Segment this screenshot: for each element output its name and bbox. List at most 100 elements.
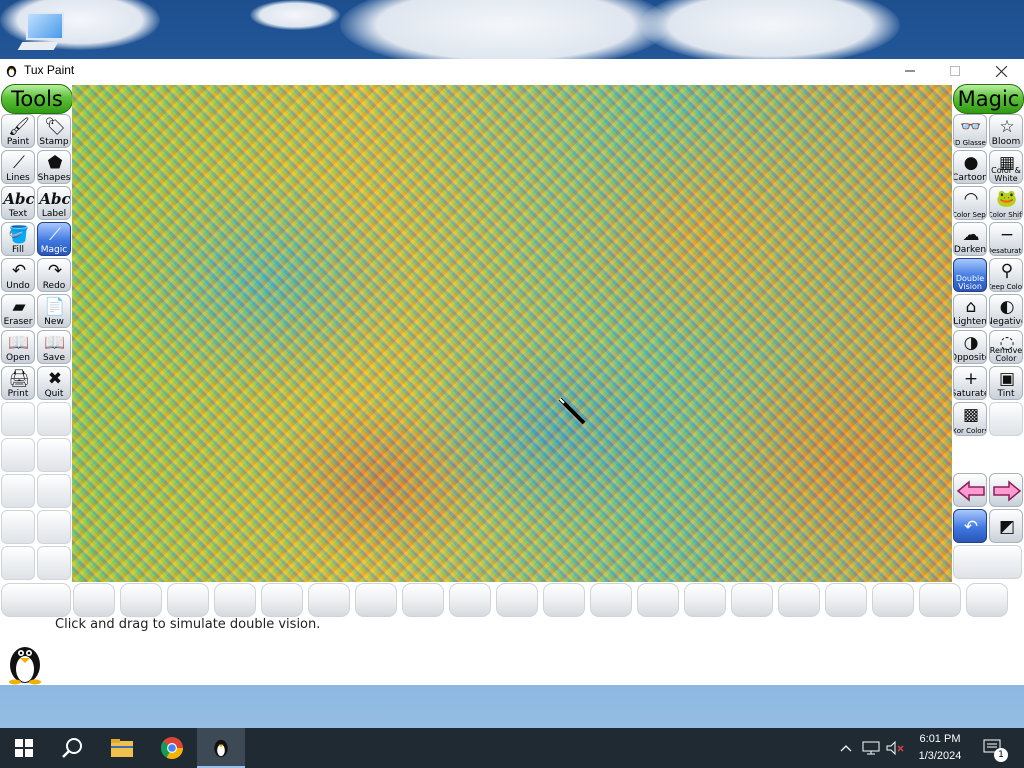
- magic-mode-fullscreen-button[interactable]: ◩: [989, 509, 1023, 543]
- color-swatch[interactable]: [543, 583, 585, 617]
- magic-button-label: Color Sep.: [953, 211, 987, 219]
- color-swatch[interactable]: [731, 583, 773, 617]
- color-swatch[interactable]: [167, 583, 209, 617]
- tool-lines-button[interactable]: ⟋ Lines: [1, 150, 35, 184]
- tool-quit-button[interactable]: ✖ Quit: [37, 366, 71, 400]
- clock-time: 6:01 PM: [919, 733, 961, 745]
- tool-label-button[interactable]: Abc Label: [37, 186, 71, 220]
- magic-keep-color-button[interactable]: ⚲ Keep Color: [989, 258, 1023, 292]
- tool-button-label: Lines: [6, 173, 30, 183]
- tux-paint-taskbar-button[interactable]: [197, 728, 245, 768]
- magic-prev-button[interactable]: [953, 473, 987, 507]
- xor-colors-icon: ▩: [962, 405, 980, 425]
- empty-slot: [37, 474, 71, 508]
- color-swatch[interactable]: [73, 583, 115, 617]
- magic-color-white-button[interactable]: ▦ Color & White: [989, 150, 1023, 184]
- color-shift-icon: 🐸: [996, 189, 1018, 209]
- action-center-button[interactable]: 1: [978, 728, 1008, 768]
- minimize-button[interactable]: [887, 59, 933, 83]
- new-icon: 📄: [44, 297, 66, 317]
- magic-button-label: Bloom: [991, 137, 1021, 147]
- tool-save-button[interactable]: 📖 Save: [37, 330, 71, 364]
- magic-tint-button[interactable]: ▣ Tint: [989, 366, 1023, 400]
- color-swatch[interactable]: [261, 583, 303, 617]
- color-swatch[interactable]: [402, 583, 444, 617]
- this-pc-desktop-icon[interactable]: [17, 12, 64, 54]
- tool-undo-button[interactable]: ↶ Undo: [1, 258, 35, 292]
- magic-lighten-button[interactable]: ⌂ Lighten: [953, 294, 987, 328]
- magic-cartoon-button[interactable]: ● Cartoon: [953, 150, 987, 184]
- tool-shapes-button[interactable]: ⬟ Shapes: [37, 150, 71, 184]
- magic-header: Magic: [953, 84, 1024, 114]
- empty-slot: [1, 402, 35, 436]
- close-button[interactable]: [978, 59, 1024, 83]
- magic-next-button[interactable]: [989, 473, 1023, 507]
- magic-remove-color-button[interactable]: ◌ Remove Color: [989, 330, 1023, 364]
- color-swatch[interactable]: [684, 583, 726, 617]
- tool-magic-button[interactable]: ⟋ Magic: [37, 222, 71, 256]
- arrow-left-icon: [956, 480, 985, 502]
- magic-bloom-button[interactable]: ☆ Bloom: [989, 114, 1023, 148]
- show-hidden-icons-button[interactable]: [836, 728, 856, 768]
- color-swatch[interactable]: [872, 583, 914, 617]
- label-icon: Abc: [39, 190, 71, 208]
- magic-mode-paint-button[interactable]: ↶: [953, 509, 987, 543]
- status-message: Click and drag to simulate double vision…: [55, 617, 321, 632]
- magic-color-shift-button[interactable]: 🐸 Color Shift: [989, 186, 1023, 220]
- magic-double-vision-button[interactable]: Double Vision: [953, 258, 987, 292]
- magic-3d-glasses-button[interactable]: 👓 3D Glasses: [953, 114, 987, 148]
- tool-stamp-button[interactable]: 🏷 Stamp: [37, 114, 71, 148]
- search-button[interactable]: [48, 728, 96, 768]
- color-swatch[interactable]: [590, 583, 632, 617]
- magic-button-label: Cartoon: [953, 173, 987, 183]
- magic-color-sep-button[interactable]: ◠ Color Sep.: [953, 186, 987, 220]
- magic-button-label: 3D Glasses: [954, 139, 987, 147]
- color-swatch[interactable]: [966, 583, 1008, 617]
- darken-icon: ☁: [962, 225, 980, 245]
- tools-header: Tools: [1, 84, 73, 114]
- chrome-button[interactable]: [148, 728, 196, 768]
- tool-redo-button[interactable]: ↷ Redo: [37, 258, 71, 292]
- drawing-canvas[interactable]: [72, 85, 952, 582]
- tool-print-button[interactable]: 🖨 Print: [1, 366, 35, 400]
- tool-text-button[interactable]: Abc Text: [1, 186, 35, 220]
- magic-negative-button[interactable]: ◐Negative: [989, 294, 1023, 328]
- tool-button-label: Eraser: [3, 317, 33, 327]
- empty-slot: [1, 510, 35, 544]
- color-swatch[interactable]: [637, 583, 679, 617]
- magic-opposite-button[interactable]: ◑Opposite: [953, 330, 987, 364]
- color-swatch[interactable]: [496, 583, 538, 617]
- color-swatch[interactable]: [214, 583, 256, 617]
- tool-fill-button[interactable]: 🪣 Fill: [1, 222, 35, 256]
- color-swatch[interactable]: [449, 583, 491, 617]
- color-swatch[interactable]: [120, 583, 162, 617]
- tool-open-button[interactable]: 📖 Open: [1, 330, 35, 364]
- print-icon: 🖨: [8, 369, 30, 389]
- color-swatch[interactable]: [778, 583, 820, 617]
- windows-icon: [15, 739, 33, 757]
- folder-icon: [111, 739, 133, 757]
- maximize-button[interactable]: [932, 59, 978, 83]
- start-button[interactable]: [0, 728, 48, 768]
- color-swatch[interactable]: [919, 583, 961, 617]
- tool-new-button[interactable]: 📄 New: [37, 294, 71, 328]
- magic-darken-button[interactable]: ☁ Darken: [953, 222, 987, 256]
- clock[interactable]: 6:01 PM 1/3/2024: [905, 731, 975, 765]
- magic-xor-colors-button[interactable]: ▩ Xor Colors: [953, 402, 987, 436]
- minimize-icon: [905, 70, 915, 72]
- tool-eraser-button[interactable]: ▰ Eraser: [1, 294, 35, 328]
- magic-saturate-button[interactable]: +Saturate: [953, 366, 987, 400]
- color-swatch[interactable]: [308, 583, 350, 617]
- saturate-icon: +: [963, 369, 979, 389]
- color-swatch[interactable]: [825, 583, 867, 617]
- color-swatch-selected[interactable]: [1, 583, 71, 617]
- color-swatch[interactable]: [355, 583, 397, 617]
- magic-desaturate-button[interactable]: − Desaturate: [989, 222, 1023, 256]
- tool-paint-button[interactable]: 🖌 Paint: [1, 114, 35, 148]
- volume-button[interactable]: [884, 728, 906, 768]
- save-icon: 📖: [44, 333, 66, 353]
- open-icon: 📖: [8, 333, 30, 353]
- tux-icon: [214, 739, 228, 758]
- network-button[interactable]: [860, 728, 882, 768]
- file-explorer-button[interactable]: [98, 728, 146, 768]
